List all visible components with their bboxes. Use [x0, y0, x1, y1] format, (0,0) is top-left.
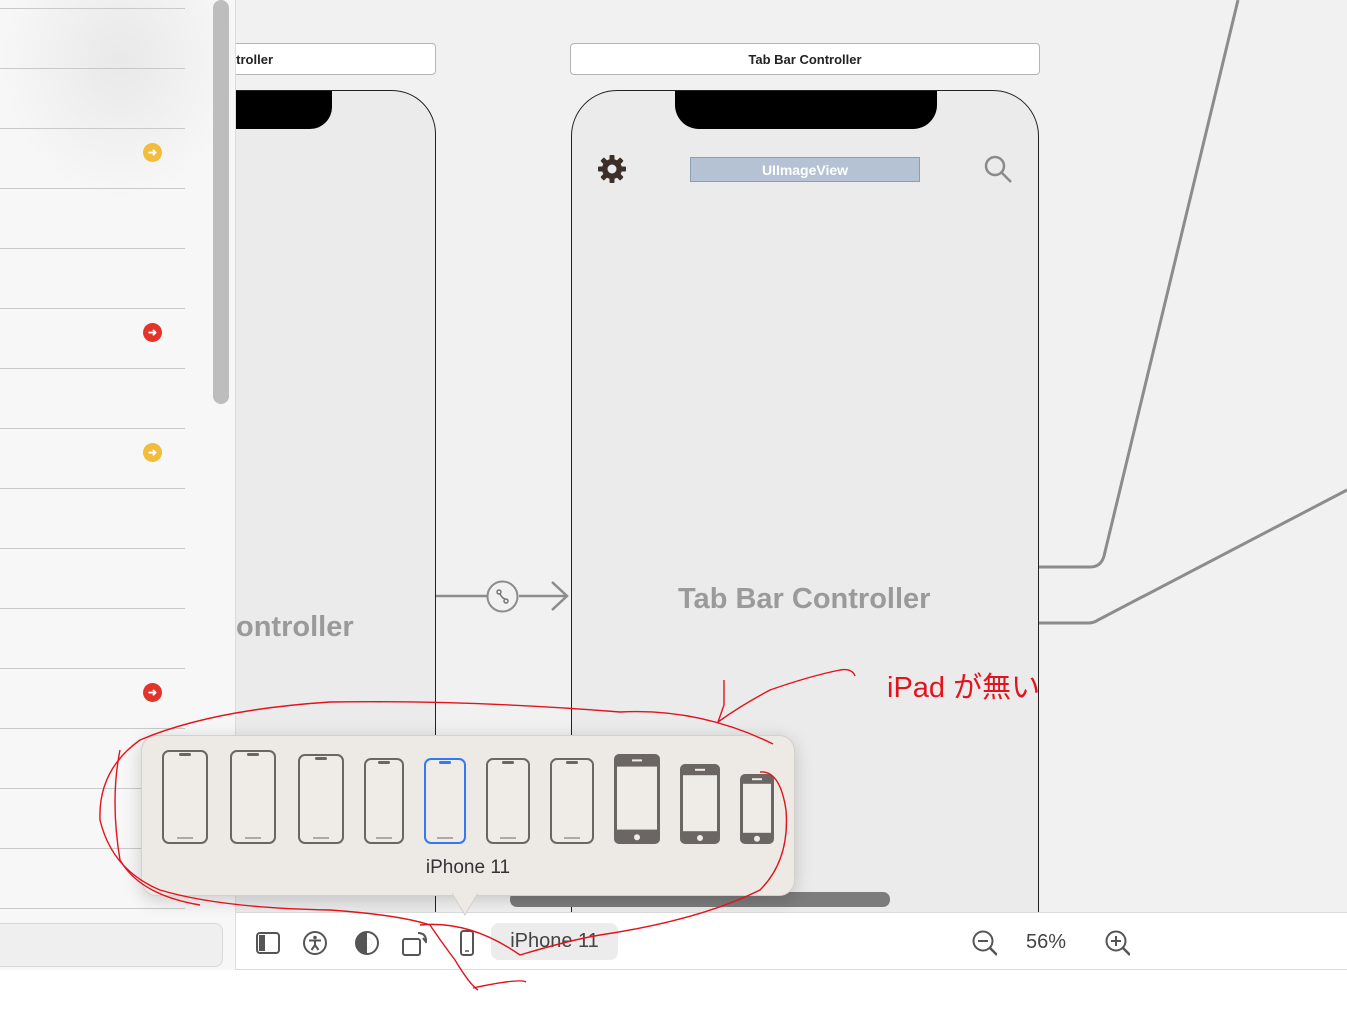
home-button-iphone-icon[interactable]	[680, 764, 720, 844]
scene-label-tab-bar-controller[interactable]: Tab Bar Controller	[570, 43, 1040, 75]
segue-icon[interactable]	[486, 580, 519, 613]
appearance-icon[interactable]	[354, 930, 380, 956]
iphone-device-icon[interactable]	[364, 758, 404, 844]
search-icon[interactable]	[982, 153, 1014, 185]
row-divider	[0, 608, 185, 609]
row-divider	[0, 488, 185, 489]
zoom-in-icon[interactable]	[1104, 930, 1130, 956]
selected-device-name: iPhone 11	[425, 857, 511, 878]
row-divider	[0, 368, 185, 369]
iphone-device-icon[interactable]	[298, 754, 344, 844]
iphone-device-icon[interactable]	[424, 758, 466, 844]
notch	[675, 91, 937, 129]
outline-scrollbar[interactable]	[213, 0, 229, 404]
gear-icon[interactable]	[596, 153, 628, 185]
row-divider	[0, 68, 185, 69]
iphone-device-icon[interactable]	[230, 750, 276, 844]
popover-tail	[452, 893, 478, 916]
notch	[236, 91, 332, 129]
uiimageview[interactable]: UIImageView	[690, 157, 920, 182]
zoom-out-icon[interactable]	[971, 930, 997, 956]
row-divider	[0, 668, 185, 669]
row-divider	[0, 308, 185, 309]
arrow-right-icon[interactable]: ➜	[143, 323, 162, 342]
device-picker-popover: iPhone 11	[141, 735, 795, 896]
device-selector-button[interactable]: iPhone 11	[491, 923, 618, 960]
iphone-device-icon[interactable]	[550, 758, 594, 844]
row-divider	[0, 548, 185, 549]
device-icon[interactable]	[454, 930, 480, 956]
iphone-device-icon[interactable]	[162, 750, 208, 844]
row-divider	[0, 428, 185, 429]
device-selector-label: iPhone 11	[510, 930, 599, 952]
row-divider	[0, 128, 185, 129]
arrow-right-icon[interactable]: ➜	[143, 443, 162, 462]
accessibility-icon[interactable]	[302, 930, 328, 956]
row-divider	[0, 248, 185, 249]
iphone-device-icon[interactable]	[486, 758, 530, 844]
row-divider	[0, 908, 185, 909]
home-button-iphone-icon[interactable]	[740, 774, 774, 844]
home-button-iphone-icon[interactable]	[614, 754, 660, 844]
annotation-note: iPad が無い	[887, 672, 1041, 704]
filter-field[interactable]	[0, 923, 223, 967]
rotate-orientation-icon[interactable]	[401, 930, 427, 956]
row-divider	[0, 188, 185, 189]
row-divider	[0, 728, 185, 729]
row-divider	[0, 8, 185, 9]
scene-title-left: ontroller	[236, 611, 354, 643]
zoom-level: 56%	[1026, 931, 1067, 953]
canvas-bottom-toolbar: iPhone 11 56%	[236, 912, 1347, 970]
arrow-right-icon[interactable]: ➜	[143, 683, 162, 702]
scene-title-tab-bar-controller: Tab Bar Controller	[678, 583, 931, 615]
sidebar-toggle-icon[interactable]	[255, 930, 281, 956]
arrow-right-icon[interactable]: ➜	[143, 143, 162, 162]
